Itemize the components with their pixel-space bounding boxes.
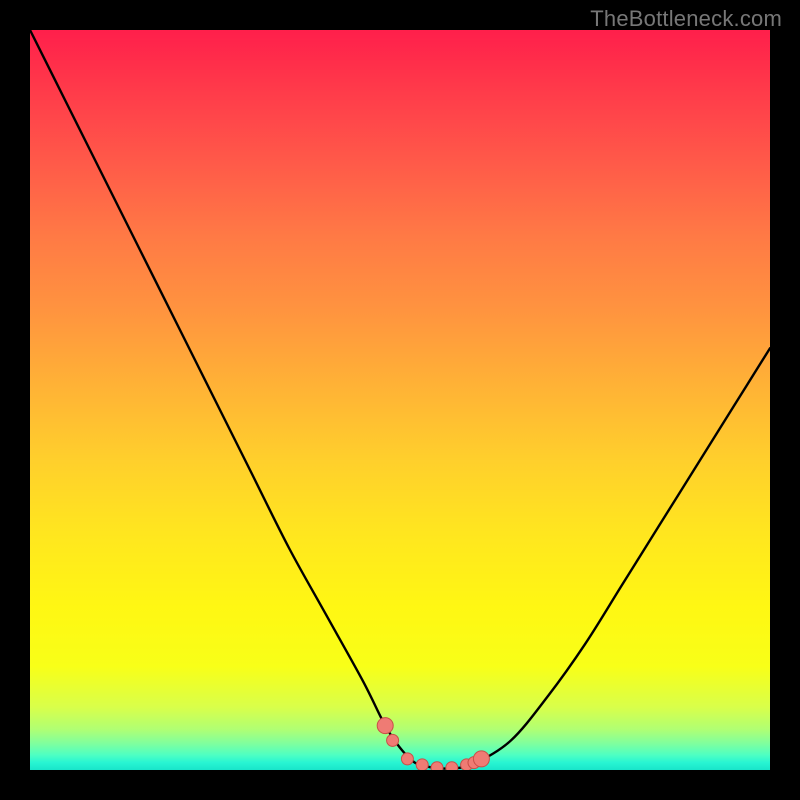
optimal-marker [416, 759, 428, 770]
optimal-marker [473, 751, 489, 767]
marker-group [377, 718, 489, 770]
optimal-marker [377, 718, 393, 734]
optimal-marker [431, 762, 443, 770]
optimal-marker [387, 734, 399, 746]
watermark-text: TheBottleneck.com [590, 6, 782, 32]
plot-area [30, 30, 770, 770]
optimal-marker [446, 762, 458, 770]
optimal-marker [401, 753, 413, 765]
chart-frame: TheBottleneck.com [0, 0, 800, 800]
bottleneck-curve-path [30, 30, 770, 769]
bottleneck-curve-svg [30, 30, 770, 770]
